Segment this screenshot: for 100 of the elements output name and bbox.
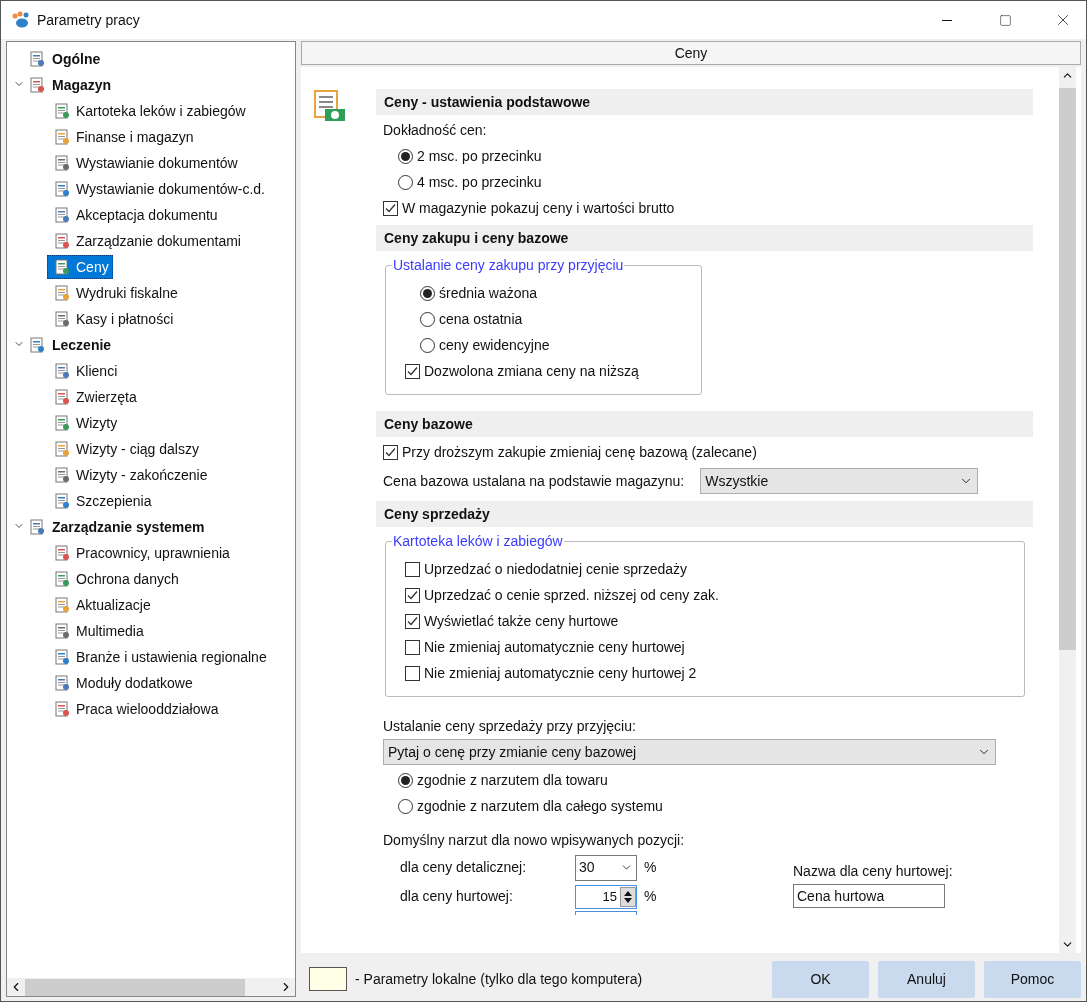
checkbox[interactable] xyxy=(405,587,420,603)
page-icon xyxy=(54,285,70,301)
radio-button[interactable] xyxy=(398,772,413,788)
checkbox-label: Wyświetlać także ceny hurtowe xyxy=(424,611,619,631)
tree-item[interactable]: Wizyty - zakończenie xyxy=(76,464,208,486)
combo-box[interactable]: 30 xyxy=(575,854,637,881)
tree-item[interactable]: Magazyn xyxy=(51,74,113,96)
page-icon xyxy=(54,493,70,509)
spin-box[interactable]: 15 xyxy=(575,884,637,909)
field-label: Cena bazowa ustalana na podstawie magazynu: xyxy=(383,471,685,491)
page-icon xyxy=(54,103,70,119)
field-label: Nazwa dla ceny hurtowej: xyxy=(793,862,953,881)
page-icon xyxy=(29,337,45,353)
radio-label: 4 msc. po przecinku xyxy=(417,172,542,192)
tree-item[interactable]: Zarządzanie dokumentami xyxy=(76,230,241,252)
page-icon xyxy=(54,441,70,457)
page-icon xyxy=(54,467,70,483)
checkbox[interactable] xyxy=(405,613,420,629)
tree-item[interactable]: Wizyty - ciąg dalszy xyxy=(76,438,199,460)
dialog-button[interactable]: Anuluj xyxy=(878,960,975,998)
page-icon xyxy=(29,51,45,67)
tree-item[interactable]: Wystawianie dokumentów xyxy=(76,152,238,174)
field-label: Domyślny narzut dla nowo wpisywanych pozycji: xyxy=(383,830,686,850)
radio-label: ceny ewidencyjne xyxy=(439,335,550,355)
tree-item[interactable]: Leczenie xyxy=(51,334,113,356)
tree-item[interactable]: Kasy i płatności xyxy=(76,308,174,330)
price-list-icon xyxy=(313,89,347,123)
radio-button[interactable] xyxy=(420,285,435,301)
page-icon xyxy=(54,363,70,379)
radio-button[interactable] xyxy=(398,798,413,814)
page-icon xyxy=(54,649,70,665)
checkbox-label: Przy droższym zakupie zmieniaj cenę bazową (zalecane) xyxy=(402,442,757,462)
tree-item[interactable]: Zarządzanie systemem xyxy=(51,516,206,538)
dialog-button[interactable]: Pomoc xyxy=(984,960,1081,998)
field-label: Dokładność cen: xyxy=(382,120,488,140)
field-label: dla ceny detalicznej: xyxy=(399,858,528,877)
tree-item[interactable]: Kartoteka leków i zabiegów xyxy=(76,100,246,122)
unit-label: % xyxy=(644,887,657,906)
paw-icon xyxy=(11,11,31,29)
checkbox-label: Nie zmieniaj automatycznie ceny hurtowej xyxy=(424,637,685,657)
checkbox[interactable] xyxy=(383,200,398,216)
maximize-icon xyxy=(998,13,1012,27)
page-icon xyxy=(54,415,70,431)
section-header: Ceny bazowe xyxy=(376,411,1033,437)
page-icon xyxy=(54,129,70,145)
page-icon xyxy=(54,623,70,639)
page-icon xyxy=(54,545,70,561)
minimize-icon xyxy=(942,19,952,21)
radio-label: cena ostatnia xyxy=(439,309,523,329)
checkbox-label: Dozwolona zmiana ceny na niższą xyxy=(424,361,639,381)
vertical-scrollbar[interactable] xyxy=(1059,67,1076,953)
field-label: dla ceny hurtowej: xyxy=(399,887,514,906)
checkbox[interactable] xyxy=(405,665,420,681)
window-title: Parametry pracy xyxy=(37,10,140,30)
tree-item[interactable]: Ochrona danych xyxy=(76,568,179,590)
tree-item[interactable]: Szczepienia xyxy=(76,490,152,512)
tree-item[interactable]: Praca wielooddziałowa xyxy=(76,698,219,720)
tree-item[interactable]: Finanse i magazyn xyxy=(76,126,194,148)
page-icon xyxy=(54,155,70,171)
tree-item[interactable]: Klienci xyxy=(76,360,118,382)
tree-item[interactable]: Branże i ustawienia regionalne xyxy=(76,646,267,668)
tree-item[interactable]: Pracownicy, uprawnienia xyxy=(76,542,230,564)
checkbox-label: W magazynie pokazuj ceny i wartości brutto xyxy=(402,198,675,218)
page-icon xyxy=(54,233,70,249)
tree-item[interactable]: Wizyty xyxy=(76,412,118,434)
radio-button[interactable] xyxy=(420,337,435,353)
radio-label: zgodnie z narzutem dla towaru xyxy=(417,770,608,790)
horizontal-scrollbar[interactable] xyxy=(7,978,295,996)
text-field[interactable]: Cena hurtowa xyxy=(793,884,945,908)
radio-button[interactable] xyxy=(398,148,413,164)
checkbox-label: Uprzedzać o cenie sprzed. niższej od ceny zak. xyxy=(424,585,719,605)
tree-item[interactable]: Wystawianie dokumentów-c.d. xyxy=(76,178,265,200)
legend-text: - Parametry lokalne (tylko dla tego komputera) xyxy=(355,969,643,989)
tree-item[interactable]: Wydruki fiskalne xyxy=(76,282,178,304)
page-icon xyxy=(54,181,70,197)
page-header: Ceny xyxy=(301,41,1081,65)
tree-item[interactable]: Moduły dodatkowe xyxy=(76,672,193,694)
tree-item[interactable]: Ogólne xyxy=(51,48,102,70)
tree-item[interactable]: Multimedia xyxy=(76,620,144,642)
spin-arrows-icon xyxy=(620,886,636,907)
radio-button[interactable] xyxy=(398,174,413,190)
page-icon xyxy=(54,207,70,223)
tree-item[interactable]: Akceptacja dokumentu xyxy=(76,204,218,226)
dialog-button[interactable]: OK xyxy=(772,960,869,998)
tree-item[interactable]: Zwierzęta xyxy=(76,386,137,408)
radio-button[interactable] xyxy=(420,311,435,327)
page-icon xyxy=(54,597,70,613)
page-icon xyxy=(54,389,70,405)
local-legend-swatch xyxy=(309,967,347,991)
page-icon xyxy=(54,311,70,327)
page-icon xyxy=(29,77,45,93)
spin-box[interactable] xyxy=(575,911,637,915)
checkbox[interactable] xyxy=(405,561,420,577)
dropdown[interactable]: Pytaj o cenę przy zmianie ceny bazowej xyxy=(383,739,996,765)
dropdown[interactable]: Wszystkie xyxy=(700,468,979,494)
checkbox[interactable] xyxy=(383,444,398,460)
tree-item[interactable]: Aktualizacje xyxy=(76,594,151,616)
checkbox[interactable] xyxy=(405,639,420,655)
section-header: Ceny zakupu i ceny bazowe xyxy=(376,225,1033,251)
checkbox[interactable] xyxy=(405,363,420,379)
